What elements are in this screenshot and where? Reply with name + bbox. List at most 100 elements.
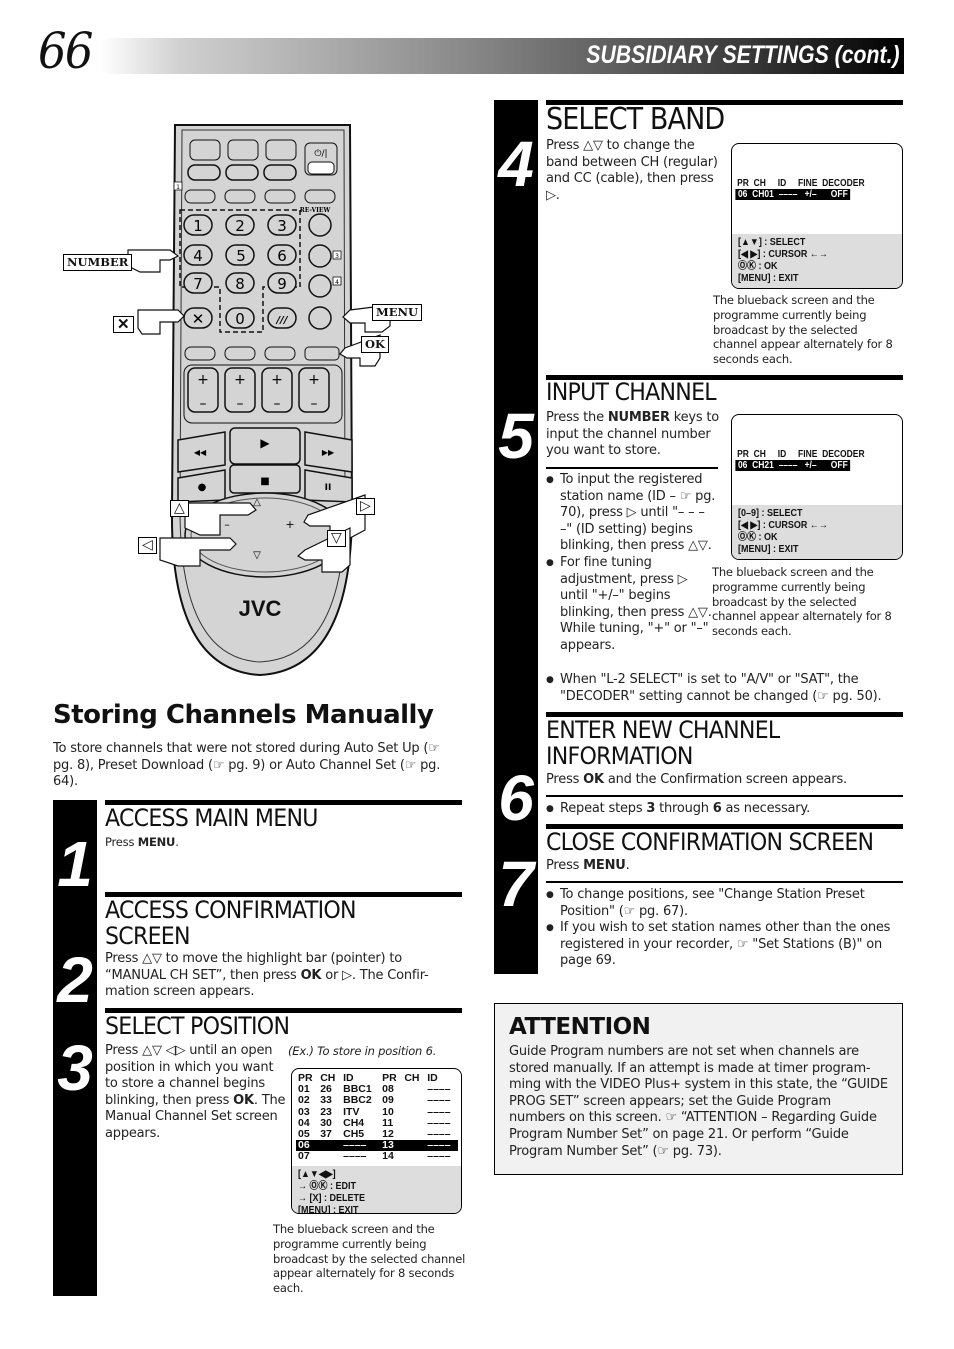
step-2-text: Press △▽ to move the highlight bar (poin… — [105, 951, 429, 1000]
divider — [546, 467, 718, 469]
step-4-heading: SELECT BAND — [546, 102, 725, 137]
svg-text:3: 3 — [277, 217, 287, 235]
power-icon: ⏻/| — [314, 148, 327, 159]
svg-text:6: 6 — [277, 247, 287, 265]
preset-table-cell: 33 — [320, 1094, 332, 1107]
step-5-bullets-wide: When "L-2 SELECT" is set to "A/V" or "SA… — [546, 672, 903, 705]
attention-text: Guide Program numbers are not set when c… — [509, 1044, 888, 1159]
svg-text:–: – — [274, 396, 281, 412]
preset-table-cell — [318, 1151, 341, 1162]
svg-text:+: + — [197, 372, 209, 388]
steps-4-7-bar — [494, 100, 538, 974]
preset-table-cell — [402, 1151, 425, 1162]
step-3-number: 3 — [57, 1032, 93, 1104]
callout-menu: MENU — [372, 304, 423, 321]
ok-button — [304, 346, 340, 361]
step-6-text: Press OK and the Confirmation screen app… — [546, 772, 847, 787]
divider — [546, 881, 903, 883]
step-3-heading: SELECT POSITION — [105, 1012, 290, 1040]
step-5-text: Press the NUMBER keys to input the chann… — [546, 410, 720, 459]
svg-text:9: 9 — [277, 275, 287, 293]
svg-text:+: + — [271, 372, 283, 388]
attention-box: ATTENTION Guide Program numbers are not … — [494, 1003, 903, 1175]
menu-button — [308, 306, 332, 330]
step-7-number: 7 — [498, 848, 534, 920]
svg-text:4: 4 — [335, 279, 339, 286]
section-title: SUBSIDIARY SETTINGS (cont.) — [586, 41, 900, 69]
svg-text:–: – — [200, 396, 207, 412]
preset-list-screen: PR CH ID PR CH ID 01 26 BBC1 08 –––– 02 33 BBC2 09 –––… — [291, 1068, 462, 1214]
step-2-heading: ACCESS CONFIRMATION SCREEN — [105, 896, 357, 950]
svg-text:▶▶: ▶▶ — [322, 448, 335, 457]
svg-text:△: △ — [253, 497, 261, 508]
callout-down: ▽ — [327, 530, 346, 547]
svg-text:–: – — [311, 396, 318, 412]
svg-text:+: + — [308, 372, 320, 388]
step-6-number: 6 — [498, 762, 534, 834]
intro-title: Storing Channels Manually — [53, 700, 434, 730]
step-3-note: The blueback screen and the programme cu… — [273, 1222, 466, 1296]
preset-table-cell — [402, 1107, 425, 1118]
callout-left: ◁ — [138, 537, 157, 554]
svg-text:■: ■ — [260, 476, 269, 487]
preset-table-header: CH — [404, 1072, 420, 1084]
step-7-text: Press MENU. — [546, 858, 630, 873]
callout-up: △ — [170, 500, 189, 517]
svg-text:▶: ▶ — [260, 436, 270, 450]
attention-title: ATTENTION — [509, 1014, 651, 1040]
svg-text:II: II — [325, 483, 332, 493]
jvc-logo: JVC — [239, 596, 282, 621]
preset-table: PR CH ID PR CH ID 01 26 BBC1 08 –––– 02 33 BBC2 09 –––… — [296, 1072, 458, 1163]
step-6-heading: ENTER NEW CHANNEL INFORMATION — [546, 716, 780, 770]
preset-table-cell — [402, 1118, 425, 1129]
step-4-text: Press △▽ to change the band between CH (… — [546, 138, 718, 203]
osd-highlight-row: 06 CH01 –––– +/– OFF — [735, 189, 851, 200]
osd-highlight-row: 06 CH21 –––– +/– OFF — [735, 460, 851, 471]
svg-text:✕: ✕ — [192, 310, 205, 328]
svg-text:+: + — [285, 518, 294, 531]
preset-table-cell: –––– — [427, 1150, 451, 1163]
remote-control-illustration: ⏻/| 1 RE-VIEW 1 2 3 4 5 6 7 8 9 ✕ 0 /// … — [127, 124, 391, 677]
preset-table-cell — [402, 1140, 426, 1152]
svg-text:0: 0 — [235, 310, 245, 328]
osd-footer: [▲▼] : SELECT [◀ ▶] : CURSOR ←→ ⓄⓀ : OK … — [732, 234, 902, 288]
step-4-number: 4 — [498, 128, 534, 200]
step-7-bullets: To change positions, see "Change Station… — [546, 887, 903, 970]
preset-table-cell: 37 — [320, 1128, 332, 1141]
step-7-heading: CLOSE CONFIRMATION SCREEN — [546, 828, 874, 856]
svg-text:8: 8 — [235, 275, 245, 293]
manual-ch-set-screen-band: PR CH ID FINE DECODER 06 CH01 –––– +/– O… — [731, 143, 903, 289]
svg-text:7: 7 — [193, 275, 203, 293]
step-5-heading: INPUT CHANNEL — [546, 378, 717, 406]
step-4-note: The blueback screen and the programme cu… — [713, 293, 893, 367]
preset-table-cell: –––– — [427, 1094, 451, 1107]
step-1-number: 1 — [57, 828, 93, 900]
example-caption: (Ex.) To store in position 6. — [288, 1044, 437, 1058]
preset-table-cell: 07 — [298, 1150, 310, 1163]
preset-table-cell: BBC2 — [343, 1094, 372, 1107]
osd-footer: [0–9] : SELECT [◀ ▶] : CURSOR ←→ ⓄⓀ : OK… — [732, 505, 902, 559]
preset-table-cell — [318, 1140, 342, 1152]
step-1-text: Press MENU. — [105, 835, 179, 849]
callout-ok: OK — [361, 336, 390, 353]
svg-text:///: /// — [276, 315, 289, 326]
svg-text:▽: ▽ — [253, 550, 261, 561]
svg-text:●: ● — [198, 482, 207, 493]
review-label: RE-VIEW — [300, 207, 331, 214]
svg-text:1: 1 — [193, 217, 203, 235]
step-1-heading: ACCESS MAIN MENU — [105, 804, 318, 832]
callout-number: NUMBER — [63, 254, 133, 271]
svg-text:◀◀: ◀◀ — [194, 448, 207, 457]
step-5-number: 5 — [498, 400, 534, 472]
hand-pointer-number — [127, 249, 180, 273]
divider — [546, 795, 903, 797]
step-6-bullets: Repeat steps 3 through 6 as necessary. — [546, 801, 903, 818]
svg-text:4: 4 — [193, 247, 203, 265]
svg-text:1: 1 — [176, 184, 180, 191]
manual-ch-set-screen-channel: PR CH ID FINE DECODER 06 CH21 –––– +/– O… — [731, 414, 903, 560]
preset-table-row: 07 –––– 14 –––– — [296, 1151, 458, 1162]
preset-table-row: 02 33 BBC2 09 –––– — [296, 1095, 458, 1106]
preset-table-cell — [402, 1129, 425, 1140]
svg-text:–: – — [237, 396, 244, 412]
step-3-text: Press △▽ ◁▷ until an open position in wh… — [105, 1043, 286, 1141]
